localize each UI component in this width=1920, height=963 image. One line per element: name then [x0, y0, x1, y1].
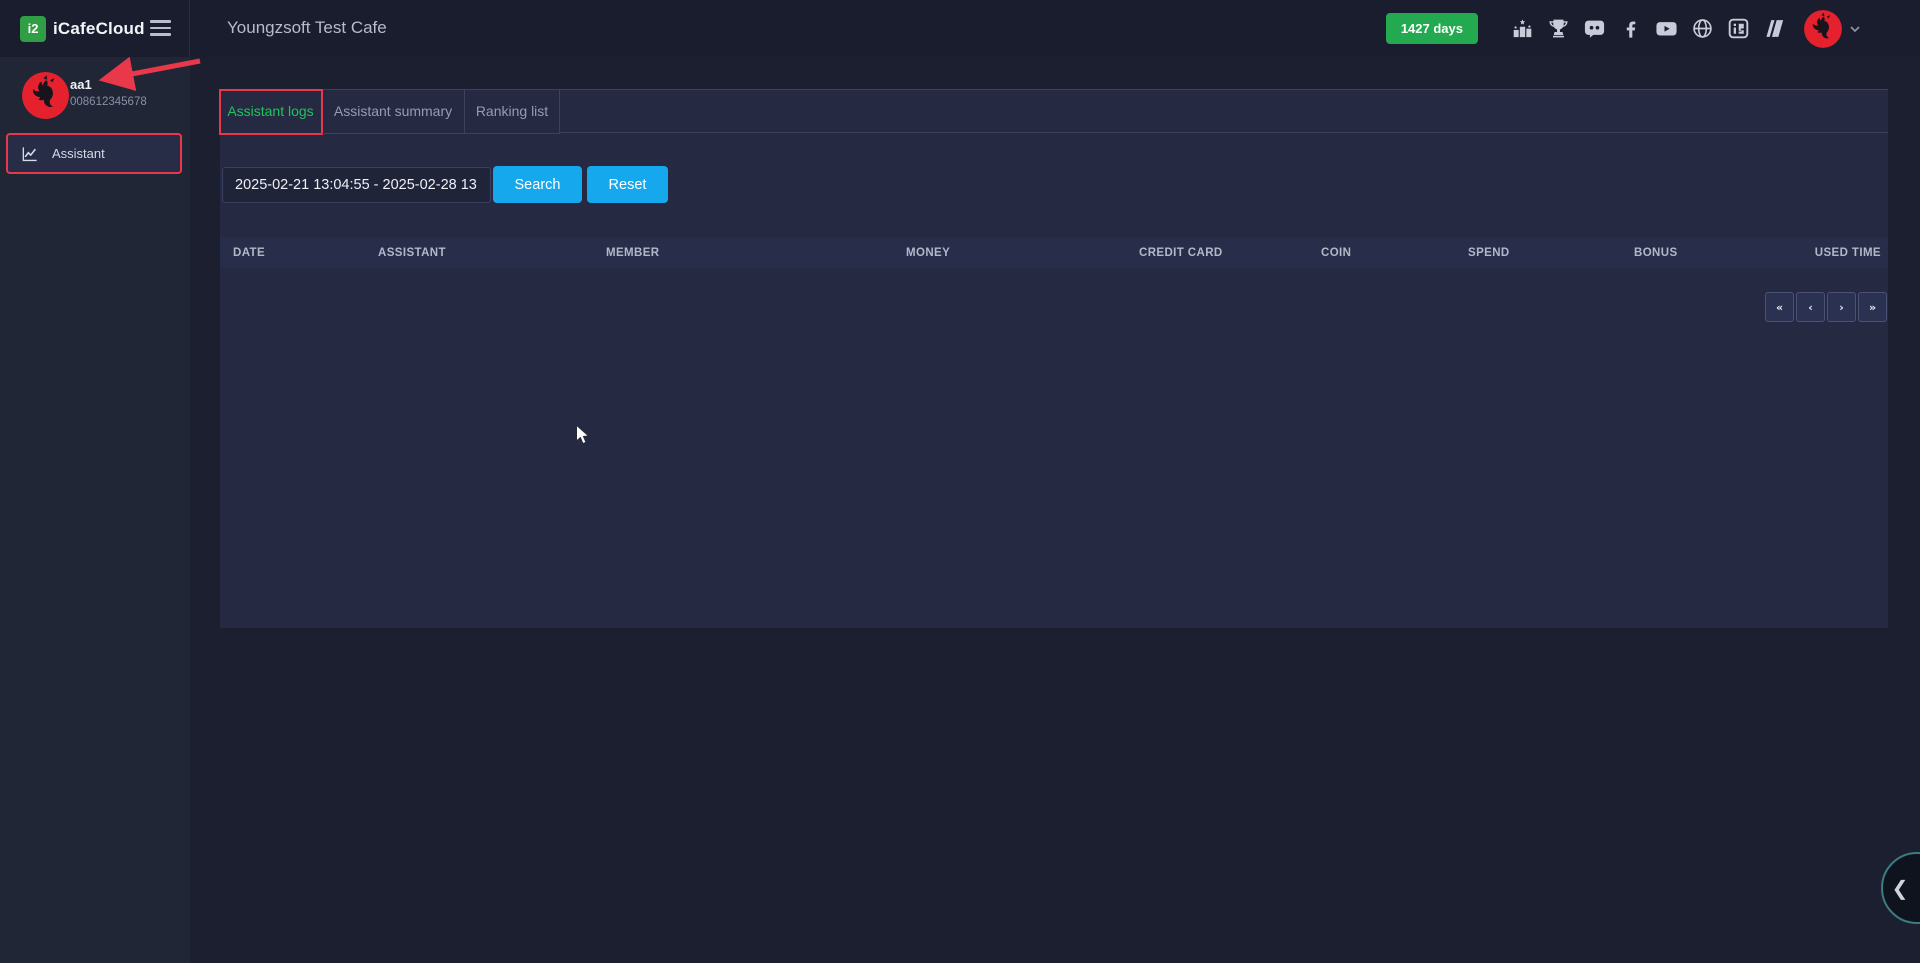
tab-assistant-logs[interactable]: Assistant logs — [220, 90, 322, 134]
chevron-down-icon[interactable] — [1848, 22, 1862, 36]
trophy-icon[interactable] — [1547, 17, 1570, 40]
pagination-last-button[interactable]: » — [1858, 292, 1887, 322]
chart-line-icon — [21, 145, 39, 163]
youtube-icon[interactable] — [1655, 17, 1678, 40]
tab-bar-filler — [560, 90, 1888, 133]
pagination-first-button[interactable]: « — [1765, 292, 1794, 322]
ranking-icon[interactable] — [1511, 17, 1534, 40]
tab-assistant-summary[interactable]: Assistant summary — [322, 90, 465, 134]
discord-icon[interactable] — [1583, 17, 1606, 40]
tab-ranking-list[interactable]: Ranking list — [465, 90, 560, 134]
days-badge[interactable]: 1427 days — [1386, 13, 1478, 44]
pagination-prev-button[interactable]: ‹ — [1796, 292, 1825, 322]
icafecloud-app: i2 iCafeCloud Youngzsoft Test Cafe 1427 … — [0, 0, 1920, 963]
pagination-next-button[interactable]: › — [1827, 292, 1856, 322]
icafecloud-logo-icon: i2 — [20, 16, 46, 42]
sidebar-item-label: Assistant — [52, 146, 105, 161]
globe-icon[interactable] — [1691, 17, 1714, 40]
column-header-date: DATE — [220, 247, 365, 259]
facebook-icon[interactable] — [1619, 17, 1642, 40]
logo-area: i2 iCafeCloud — [0, 0, 190, 57]
chevron-left-icon: ❮ — [1892, 876, 1909, 901]
column-header-credit-card: CREDIT CARD — [1126, 247, 1308, 259]
sidebar-item-assistant[interactable]: Assistant — [8, 135, 180, 172]
user-avatar[interactable] — [1804, 10, 1842, 48]
date-range-input[interactable] — [222, 167, 491, 203]
page-title: Youngzsoft Test Cafe — [227, 18, 387, 38]
logo-text: iCafeCloud — [53, 19, 145, 39]
column-header-money: MONEY — [893, 247, 1126, 259]
user-phone: 008612345678 — [70, 96, 147, 108]
hamburger-menu-icon[interactable] — [150, 20, 171, 36]
user-avatar-large[interactable] — [22, 72, 69, 119]
tab-bar: Assistant logs Assistant summary Ranking… — [220, 89, 1888, 133]
reset-button[interactable]: Reset — [587, 166, 668, 203]
search-button[interactable]: Search — [493, 166, 582, 203]
column-header-member: MEMBER — [593, 247, 893, 259]
column-header-assistant: ASSISTANT — [365, 247, 593, 259]
column-header-bonus: BONUS — [1621, 247, 1761, 259]
table-header-row: DATE ASSISTANT MEMBER MONEY CREDIT CARD … — [220, 237, 1888, 268]
topbar: i2 iCafeCloud Youngzsoft Test Cafe 1427 … — [0, 0, 1920, 57]
topbar-right: 1427 days — [1386, 0, 1862, 57]
sidebar-profile: aa1 008612345678 — [0, 57, 190, 127]
sidebar: aa1 008612345678 Assistant — [0, 57, 190, 963]
panel-toggle-button[interactable]: ❮ — [1881, 852, 1920, 924]
dragon-avatar-icon — [1804, 10, 1842, 48]
pagination: « ‹ › » — [1765, 292, 1887, 322]
column-header-spend: SPEND — [1455, 247, 1621, 259]
column-header-used-time: USED TIME — [1761, 247, 1888, 259]
layers-icon[interactable] — [1763, 17, 1786, 40]
icafecloud-icon[interactable] — [1727, 17, 1750, 40]
dragon-avatar-icon — [22, 72, 69, 119]
icafecloud-logo[interactable]: i2 iCafeCloud — [20, 16, 145, 42]
filter-toolbar: Search Reset — [222, 166, 668, 203]
content-card: Assistant logs Assistant summary Ranking… — [220, 89, 1888, 628]
username: aa1 — [70, 77, 92, 92]
column-header-coin: COIN — [1308, 247, 1455, 259]
